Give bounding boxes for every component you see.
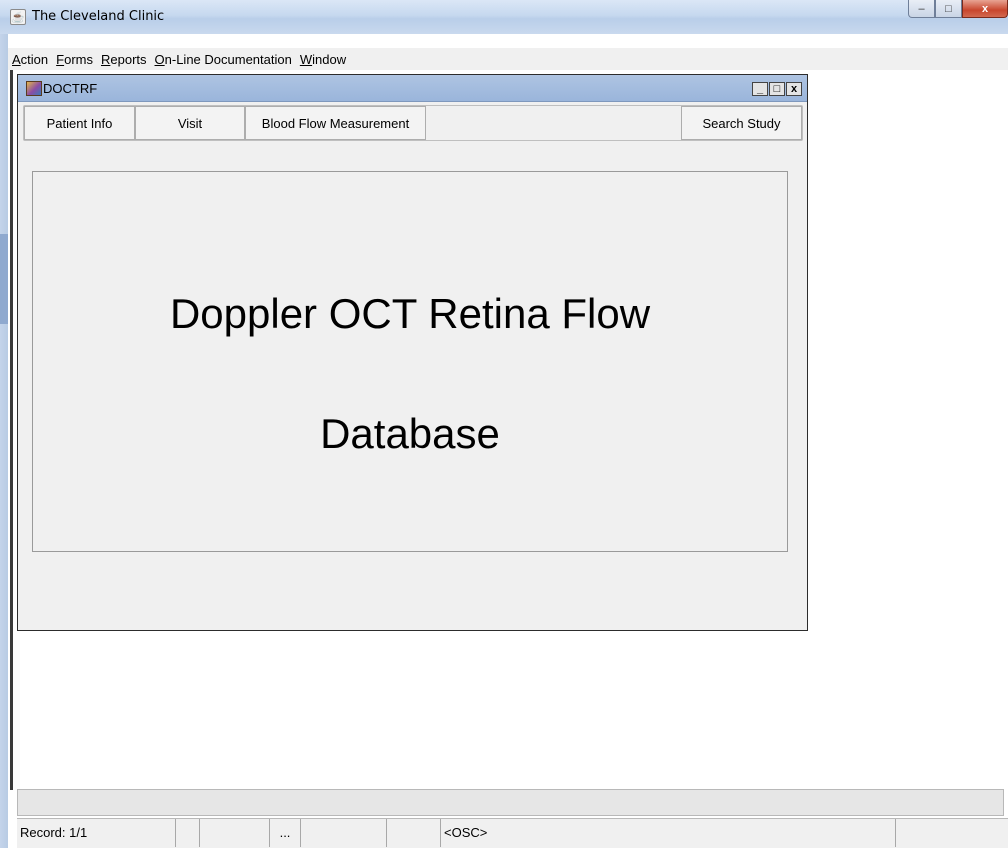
- frame-minimize-button[interactable]: _: [752, 82, 768, 96]
- status-record: Record: 1/1: [17, 819, 176, 847]
- status-cell-8: [896, 819, 1008, 847]
- menu-action[interactable]: Action: [8, 52, 52, 67]
- window-controls: – □ x: [908, 0, 1008, 20]
- window-minimize-button[interactable]: –: [908, 0, 935, 18]
- window-title: The Cleveland Clinic: [32, 9, 165, 24]
- java-app-icon[interactable]: ☕: [10, 9, 26, 25]
- status-cell-5: [301, 819, 387, 847]
- search-study-button[interactable]: Search Study: [681, 106, 802, 140]
- menu-online-documentation[interactable]: On-Line Documentation: [151, 52, 296, 67]
- status-ellipsis: ...: [270, 819, 301, 847]
- internal-frame-titlebar[interactable]: DOCTRF _ □ x: [18, 75, 807, 102]
- doctrf-internal-frame: DOCTRF _ □ x Patient Info Visit Blood Fl…: [17, 74, 808, 631]
- database-title-line2: Database: [320, 410, 500, 457]
- frame-close-button[interactable]: x: [786, 82, 802, 96]
- database-title-line1: Doppler OCT Retina Flow: [169, 290, 651, 337]
- patient-info-button[interactable]: Patient Info: [24, 106, 135, 140]
- menu-window[interactable]: Window: [296, 52, 350, 67]
- splash-panel: Doppler OCT Retina Flow Database: [32, 171, 788, 552]
- window-left-border: [0, 34, 8, 848]
- menu-forms[interactable]: Forms: [52, 52, 97, 67]
- status-cell-2: [176, 819, 200, 847]
- frame-maximize-button[interactable]: □: [769, 82, 785, 96]
- menu-reports[interactable]: Reports: [97, 52, 151, 67]
- status-mode: <OSC>: [441, 819, 896, 847]
- status-cell-3: [200, 819, 270, 847]
- internal-frame-title: DOCTRF: [43, 81, 98, 96]
- window-close-button[interactable]: x: [962, 0, 1008, 18]
- frame-app-icon: [26, 81, 42, 96]
- status-bar: Record: 1/1 ... <OSC>: [17, 818, 1008, 848]
- mdi-desktop-edge: [10, 70, 13, 790]
- internal-frame-controls: _ □ x: [751, 82, 802, 96]
- horizontal-scrollbar[interactable]: [17, 789, 1004, 816]
- window-maximize-button[interactable]: □: [935, 0, 962, 18]
- border-accent: [0, 234, 8, 324]
- window-titlebar: ☕ The Cleveland Clinic – □ x: [0, 0, 1008, 35]
- blood-flow-measurement-button[interactable]: Blood Flow Measurement: [245, 106, 426, 140]
- status-cell-6: [387, 819, 441, 847]
- visit-button[interactable]: Visit: [135, 106, 245, 140]
- menubar: Action Forms Reports On-Line Documentati…: [8, 48, 1008, 70]
- form-toolbar: Patient Info Visit Blood Flow Measuremen…: [23, 105, 803, 141]
